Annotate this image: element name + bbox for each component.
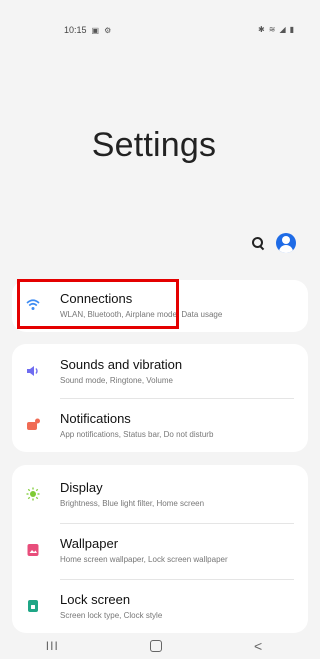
settings-item-subtitle: Screen lock type, Clock style <box>60 611 163 620</box>
status-bar: 10:15 ▣ ⚙ ✱ ≋ ◢ ▮ <box>0 0 308 62</box>
page-title: Settings <box>91 126 217 164</box>
settings-notification-icon: ⚙ <box>104 25 112 35</box>
brightness-icon <box>26 487 40 501</box>
gallery-notification-icon: ▣ <box>91 25 100 35</box>
settings-item-subtitle: App notifications, Status bar, Do not di… <box>60 430 214 439</box>
settings-item-title: Lock screen <box>60 592 131 607</box>
settings-item-display[interactable]: Display Brightness, Blue light filter, H… <box>12 469 308 521</box>
connections-highlight-box <box>17 279 179 329</box>
header-tools <box>252 233 296 253</box>
status-time: 10:15 <box>64 25 87 35</box>
lock-screen-icon <box>28 600 38 612</box>
back-button[interactable]: < <box>254 638 262 654</box>
row-divider <box>60 579 294 580</box>
volume-icon <box>27 366 38 376</box>
settings-item-subtitle: Home screen wallpaper, Lock screen wallp… <box>60 555 228 564</box>
navigation-bar: III < <box>0 632 308 659</box>
settings-item-wallpaper[interactable]: Wallpaper Home screen wallpaper, Lock sc… <box>12 525 308 577</box>
bluetooth-icon: ✱ <box>258 25 265 34</box>
settings-item-title: Notifications <box>60 411 131 426</box>
row-divider <box>60 398 294 399</box>
settings-item-notifications[interactable]: Notifications App notifications, Status … <box>12 400 308 452</box>
settings-item-title: Display <box>60 480 103 495</box>
settings-item-title: Sounds and vibration <box>60 357 183 372</box>
home-button[interactable] <box>150 639 163 652</box>
recent-apps-button[interactable]: III <box>46 639 59 653</box>
settings-item-subtitle: Brightness, Blue light filter, Home scre… <box>60 499 205 508</box>
wallpaper-icon <box>27 544 39 556</box>
row-divider <box>60 523 294 524</box>
settings-item-subtitle: Sound mode, Ringtone, Volume <box>60 376 173 385</box>
account-avatar-icon[interactable] <box>276 233 296 253</box>
settings-group-display: Display Brightness, Blue light filter, H… <box>12 465 308 633</box>
settings-item-sounds[interactable]: Sounds and vibration Sound mode, Rington… <box>12 346 308 398</box>
wifi-signal-icon: ≋ <box>268 25 276 34</box>
cell-signal-icon: ◢ <box>279 25 286 34</box>
search-icon[interactable] <box>252 237 265 251</box>
settings-group-sound: Sounds and vibration Sound mode, Rington… <box>12 344 308 452</box>
settings-item-lock-screen[interactable]: Lock screen Screen lock type, Clock styl… <box>12 581 308 633</box>
settings-item-title: Wallpaper <box>60 536 119 551</box>
notification-icon <box>27 418 40 430</box>
battery-icon: ▮ <box>289 25 294 34</box>
